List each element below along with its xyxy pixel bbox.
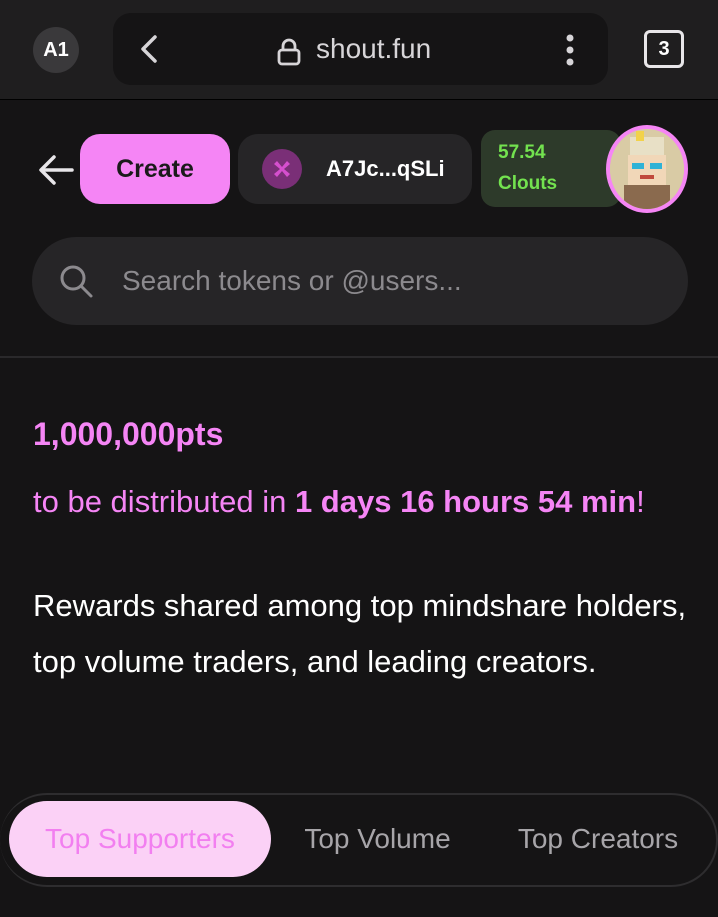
user-avatar[interactable] bbox=[606, 125, 688, 213]
search-bar[interactable] bbox=[32, 237, 688, 325]
create-button[interactable]: Create bbox=[80, 134, 230, 204]
wallet-logo-icon bbox=[262, 149, 302, 189]
tab-top-volume[interactable]: Top Volume bbox=[280, 801, 475, 877]
distribution-text: to be distributed in 1 days 16 hours 54 … bbox=[33, 474, 693, 529]
tab-switcher-button[interactable]: 3 bbox=[644, 30, 684, 68]
wallet-address: A7Jc...qSLi bbox=[326, 156, 445, 181]
lock-icon bbox=[277, 38, 301, 66]
clouts-value: 57.54 bbox=[498, 142, 546, 163]
arrow-left-icon[interactable] bbox=[36, 150, 76, 190]
distribution-countdown: 1 days 16 hours 54 min bbox=[294, 484, 637, 519]
url-text: shout.fun bbox=[316, 33, 432, 64]
more-vert-icon[interactable] bbox=[565, 33, 575, 67]
profile-badge[interactable]: A1 bbox=[33, 27, 79, 73]
distribution-prefix: to be distributed in bbox=[33, 484, 295, 519]
search-input[interactable] bbox=[120, 259, 660, 303]
clouts-label: Clouts bbox=[498, 173, 558, 194]
wallet-button[interactable]: A7Jc...qSLi bbox=[238, 134, 472, 204]
tab-top-supporters[interactable]: Top Supporters bbox=[9, 801, 271, 877]
tab-top-creators[interactable]: Top Creators bbox=[490, 801, 706, 877]
clouts-balance[interactable]: 57.54 Clouts bbox=[481, 130, 621, 207]
rewards-description: Rewards shared among top mindshare holde… bbox=[33, 588, 687, 679]
reward-points: 1,000,000pts bbox=[33, 416, 224, 452]
browser-toolbar: A1 shout.fun 3 bbox=[0, 0, 718, 100]
search-icon bbox=[60, 265, 93, 298]
distribution-suffix: ! bbox=[636, 484, 645, 519]
chevron-left-icon[interactable] bbox=[135, 33, 165, 65]
address-bar[interactable]: shout.fun bbox=[113, 13, 608, 85]
header-divider bbox=[0, 356, 718, 358]
